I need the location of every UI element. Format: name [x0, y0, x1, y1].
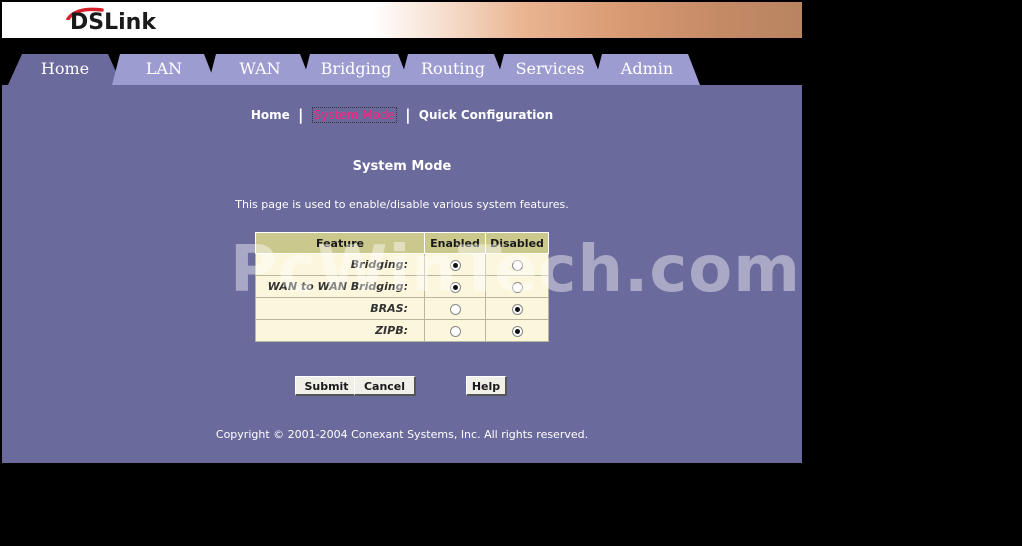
subnav-home-link[interactable]: Home [251, 108, 290, 122]
tab-routing[interactable]: Routing [400, 54, 506, 85]
submit-button[interactable]: Submit [295, 376, 359, 396]
wan-to-wan-bridging-enabled-radio[interactable] [449, 281, 461, 293]
router-admin-frame: DSLink Home LAN WAN Bridging Routing Ser… [2, 2, 802, 463]
dslink-logo: DSLink [70, 10, 156, 35]
table-header-row: Feature Enabled Disabled [255, 232, 549, 254]
disabled-cell [485, 319, 549, 342]
enabled-cell [424, 319, 486, 342]
help-button[interactable]: Help [466, 376, 507, 396]
feature-label: Bridging: [255, 253, 425, 276]
tab-home[interactable]: Home [8, 54, 122, 85]
cancel-button[interactable]: Cancel [354, 376, 416, 396]
main-nav-tabs: Home LAN WAN Bridging Routing Services A… [2, 38, 802, 85]
enabled-cell [424, 275, 486, 298]
tab-services-label: Services [515, 59, 585, 78]
subnav-system-mode-link[interactable]: System Mode [311, 107, 397, 123]
zipb-disabled-radio[interactable] [511, 325, 523, 337]
zipb-enabled-radio[interactable] [449, 325, 461, 337]
tab-bridging-label: Bridging [320, 59, 392, 78]
tab-wan[interactable]: WAN [208, 54, 312, 85]
feature-rows: Bridging: WAN to WAN Bridging: BRAS: ZIP… [255, 253, 549, 342]
subnav-quick-configuration-link[interactable]: Quick Configuration [419, 108, 553, 122]
bridging-enabled-radio[interactable] [449, 259, 461, 271]
table-row: BRAS: [255, 297, 549, 320]
table-row: ZIPB: [255, 319, 549, 342]
content-panel: Home | System Mode | Quick Configuration… [2, 85, 802, 463]
enabled-cell [424, 297, 486, 320]
feature-column-header: Feature [255, 232, 425, 254]
tab-services[interactable]: Services [496, 54, 604, 85]
tab-wan-label: WAN [239, 59, 281, 78]
enabled-column-header: Enabled [424, 232, 486, 254]
table-row: WAN to WAN Bridging: [255, 275, 549, 298]
bras-enabled-radio[interactable] [449, 303, 461, 315]
wan-to-wan-bridging-disabled-radio[interactable] [511, 281, 523, 293]
copyright-notice: Copyright © 2001-2004 Conexant Systems, … [215, 428, 589, 441]
tab-bridging[interactable]: Bridging [302, 54, 410, 85]
disabled-cell [485, 275, 549, 298]
bras-disabled-radio[interactable] [511, 303, 523, 315]
subnav-separator: | [297, 106, 304, 124]
feature-label: BRAS: [255, 297, 425, 320]
subnav-separator: | [405, 106, 411, 124]
page-description: This page is used to enable/disable vari… [235, 198, 569, 211]
tab-lan-label: LAN [145, 59, 183, 78]
disabled-cell [485, 253, 549, 276]
feature-label: ZIPB: [255, 319, 425, 342]
tab-routing-label: Routing [420, 59, 486, 78]
system-mode-feature-table: Feature Enabled Disabled Bridging: WAN t… [255, 232, 549, 342]
disabled-column-header: Disabled [485, 232, 549, 254]
enabled-cell [424, 253, 486, 276]
header-banner: DSLink [2, 2, 802, 38]
tab-admin-label: Admin [620, 59, 674, 78]
bridging-disabled-radio[interactable] [511, 259, 523, 271]
feature-label: WAN to WAN Bridging: [255, 275, 425, 298]
disabled-cell [485, 297, 549, 320]
tab-lan[interactable]: LAN [112, 54, 216, 85]
sub-navigation: Home | System Mode | Quick Configuration [2, 107, 802, 123]
tab-admin[interactable]: Admin [594, 54, 700, 85]
table-row: Bridging: [255, 253, 549, 276]
tab-home-label: Home [40, 59, 90, 78]
page-title: System Mode [352, 159, 452, 174]
